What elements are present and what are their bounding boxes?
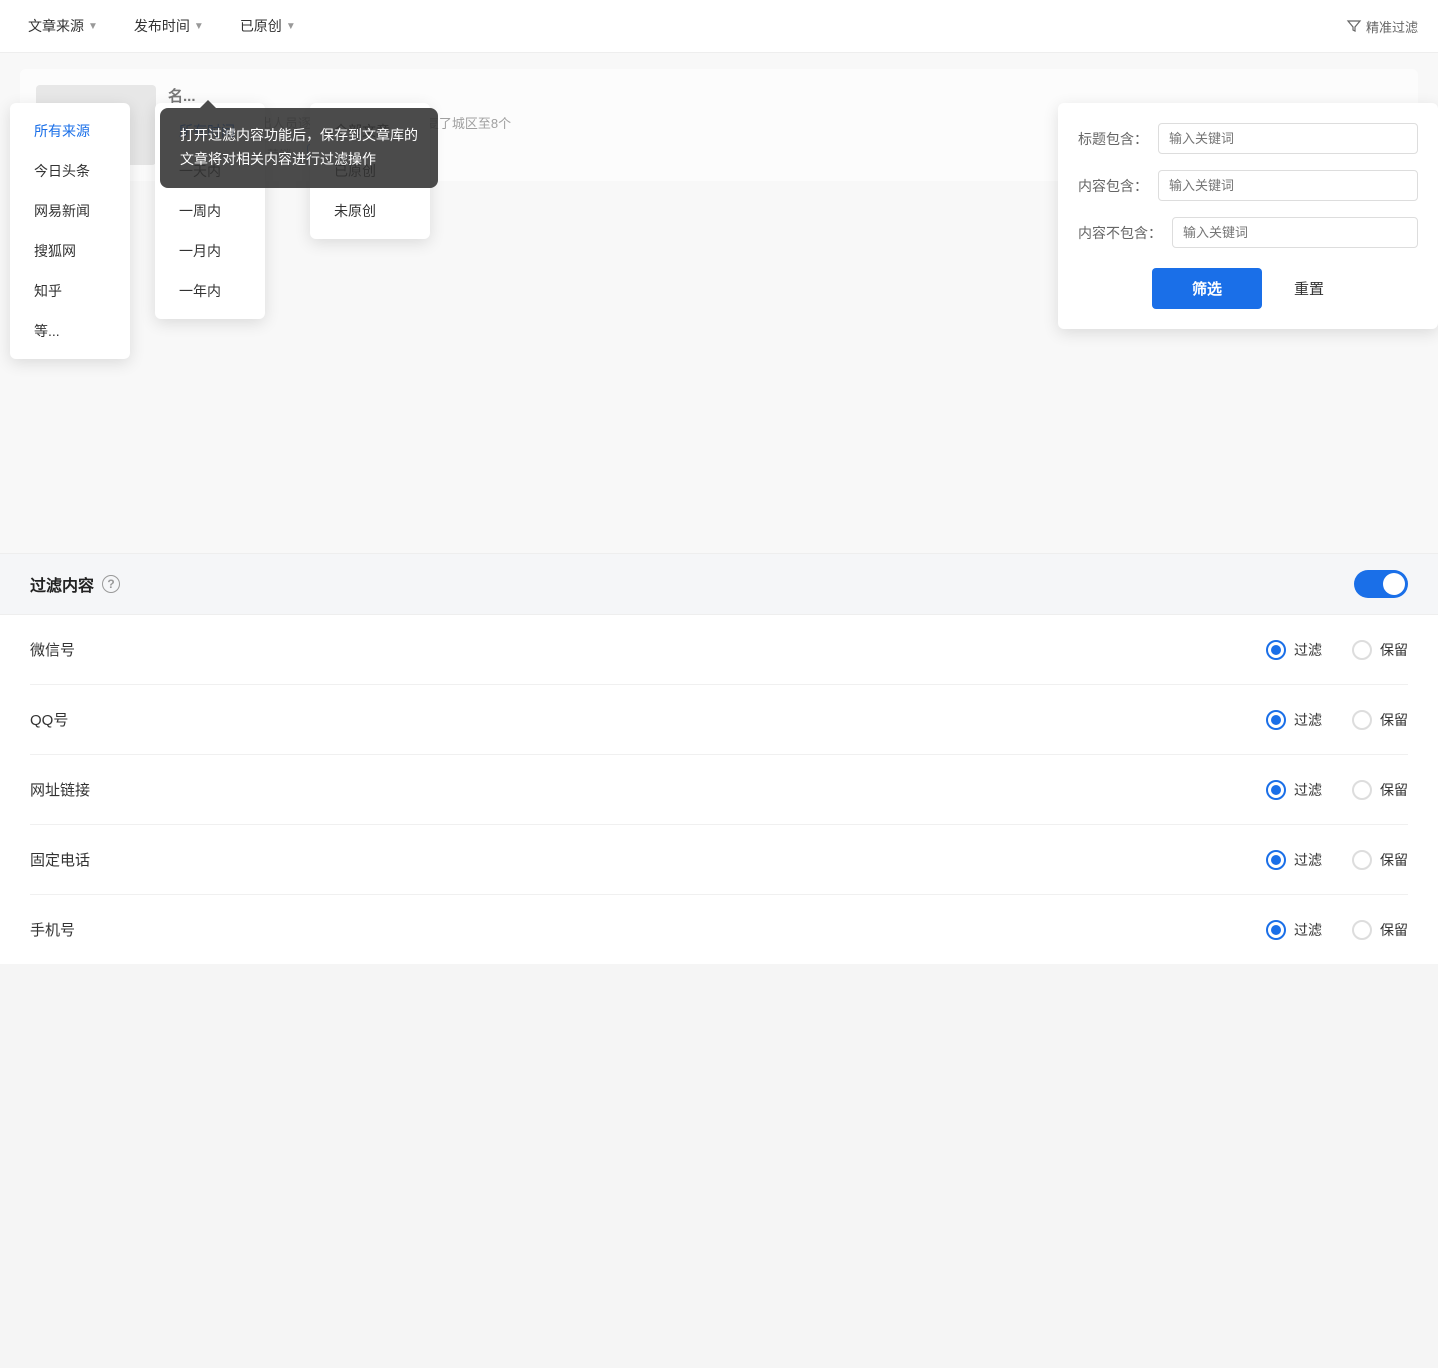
filter-toggle-switch[interactable]	[1354, 570, 1408, 598]
filter-row-qq: QQ号 过滤 保留	[30, 685, 1408, 755]
original-item-yes[interactable]: 已原创	[310, 151, 430, 191]
original-arrow-icon: ▼	[286, 21, 296, 32]
original-label: 已原创	[240, 16, 282, 36]
keep-text: 保留	[1380, 640, 1408, 660]
url-radio-group: 过滤 保留	[1266, 780, 1408, 800]
filter-content-section: 过滤内容 ? 打开过滤内容功能后，保存到文章库的文章将对相关内容进行过滤操作 微…	[0, 553, 1438, 964]
wechat-label: 微信号	[30, 639, 130, 660]
help-icon[interactable]: ?	[102, 575, 120, 593]
qq-filter-option[interactable]: 过滤	[1266, 710, 1322, 730]
filter-row-url: 网址链接 过滤 保留	[30, 755, 1408, 825]
filter-text: 过滤	[1294, 640, 1322, 660]
mobile-filter-option[interactable]: 过滤	[1266, 920, 1322, 940]
top-filter-bar: 文章来源 ▼ 发布时间 ▼ 已原创 ▼ 精准过滤	[0, 0, 1438, 53]
original-item-no[interactable]: 未原创	[310, 191, 430, 231]
right-filter-panel: 标题包含： 内容包含： 内容不包含： 筛选 重置	[1058, 103, 1438, 329]
marketing-label: 营销	[267, 146, 291, 163]
source-item-more[interactable]: 等...	[10, 311, 130, 351]
qq-radio-group: 过滤 保留	[1266, 710, 1408, 730]
time-item-day[interactable]: 一天内	[155, 151, 265, 191]
filter-row-wechat: 微信号 过滤 保留	[30, 615, 1408, 685]
mobile-radio-group: 过滤 保留	[1266, 920, 1408, 940]
filter-title-text: 过滤内容	[30, 572, 94, 596]
wechat-radio-group: 过滤 保留	[1266, 640, 1408, 660]
source-label: 文章来源	[28, 16, 84, 36]
filter-row-mobile: 手机号 过滤 保留	[30, 895, 1408, 964]
qq-filter-radio[interactable]	[1266, 710, 1286, 730]
precise-filter-label: 精准过滤	[1366, 17, 1418, 36]
apply-filter-button[interactable]: 筛选	[1152, 268, 1262, 309]
time-dropdown[interactable]: 所有时间 一天内 一周内 一月内 一年内	[155, 103, 265, 319]
original-item-all[interactable]: 全部文章	[310, 111, 430, 151]
filter-icon	[1346, 18, 1362, 34]
time-item-month[interactable]: 一月内	[155, 231, 265, 271]
phone-radio-group: 过滤 保留	[1266, 850, 1408, 870]
precise-filter-btn[interactable]: 精准过滤	[1346, 17, 1418, 36]
filter-section-header: 过滤内容 ?	[0, 553, 1438, 615]
mobile-filter-radio[interactable]	[1266, 920, 1286, 940]
time-item-year[interactable]: 一年内	[155, 271, 265, 311]
time-label: 发布时间	[134, 16, 190, 36]
reset-filter-button[interactable]: 重置	[1274, 268, 1344, 309]
source-filter-btn[interactable]: 文章来源 ▼	[20, 10, 106, 42]
time-arrow-icon: ▼	[194, 21, 204, 32]
qq-label: QQ号	[30, 709, 130, 730]
wechat-filter-radio[interactable]	[1266, 640, 1286, 660]
phone-keep-option[interactable]: 保留	[1352, 850, 1408, 870]
qq-keep-radio[interactable]	[1352, 710, 1372, 730]
content-filter-row: 内容包含：	[1078, 170, 1418, 201]
source-item-zhihu[interactable]: 知乎	[10, 271, 130, 311]
original-dropdown[interactable]: 全部文章 已原创 未原创	[310, 103, 430, 239]
url-label: 网址链接	[30, 779, 130, 800]
filter-row-phone: 固定电话 过滤 保留	[30, 825, 1408, 895]
source-arrow-icon: ▼	[88, 21, 98, 32]
content-filter-input[interactable]	[1158, 170, 1418, 201]
phone-keep-radio[interactable]	[1352, 850, 1372, 870]
time-item-week[interactable]: 一周内	[155, 191, 265, 231]
filter-content-rows: 微信号 过滤 保留 QQ号 过滤	[0, 615, 1438, 964]
phone-filter-option[interactable]: 过滤	[1266, 850, 1322, 870]
source-item-all[interactable]: 所有来源	[10, 111, 130, 151]
title-filter-input[interactable]	[1158, 123, 1418, 154]
url-filter-option[interactable]: 过滤	[1266, 780, 1322, 800]
filter-actions: 筛选 重置	[1078, 268, 1418, 309]
source-item-toutiao[interactable]: 今日头条	[10, 151, 130, 191]
mobile-keep-radio[interactable]	[1352, 920, 1372, 940]
mobile-keep-option[interactable]: 保留	[1352, 920, 1408, 940]
title-filter-row: 标题包含：	[1078, 123, 1418, 154]
title-filter-label: 标题包含：	[1078, 129, 1148, 149]
url-keep-radio[interactable]	[1352, 780, 1372, 800]
filter-section-title: 过滤内容 ?	[30, 572, 120, 596]
phone-filter-radio[interactable]	[1266, 850, 1286, 870]
url-filter-radio[interactable]	[1266, 780, 1286, 800]
exclude-filter-row: 内容不包含：	[1078, 217, 1418, 248]
source-item-sohu[interactable]: 搜狐网	[10, 231, 130, 271]
exclude-filter-input[interactable]	[1172, 217, 1418, 248]
content-area: 名... 士投入运营，外出人员逐步增...批准宜昌市恢复了城区至8个 显看全文	[0, 53, 1438, 553]
qq-keep-option[interactable]: 保留	[1352, 710, 1408, 730]
exclude-filter-label: 内容不包含：	[1078, 223, 1162, 243]
source-item-wangyi[interactable]: 网易新闻	[10, 191, 130, 231]
phone-label: 固定电话	[30, 849, 130, 870]
wechat-keep-option[interactable]: 保留	[1352, 640, 1408, 660]
mobile-label: 手机号	[30, 919, 130, 940]
content-filter-label: 内容包含：	[1078, 176, 1148, 196]
wechat-keep-radio[interactable]	[1352, 640, 1372, 660]
original-filter-btn[interactable]: 已原创 ▼	[232, 10, 304, 42]
time-item-all[interactable]: 所有时间	[155, 111, 265, 151]
source-dropdown[interactable]: 所有来源 今日头条 网易新闻 搜狐网 知乎 等...	[10, 103, 130, 359]
url-keep-option[interactable]: 保留	[1352, 780, 1408, 800]
time-filter-btn[interactable]: 发布时间 ▼	[126, 10, 212, 42]
wechat-filter-option[interactable]: 过滤	[1266, 640, 1322, 660]
